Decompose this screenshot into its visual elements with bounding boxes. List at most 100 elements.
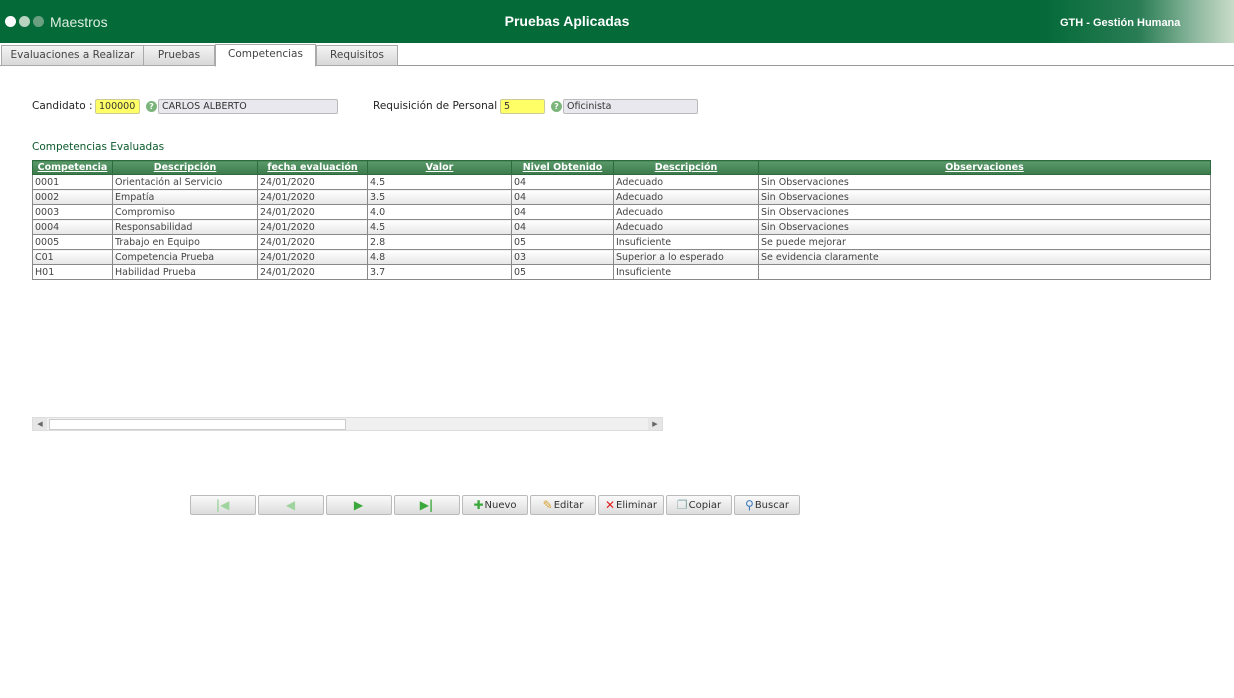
table-cell: Sin Observaciones <box>758 204 1211 220</box>
app-logo: GTH - Gestión Humana <box>1044 0 1234 43</box>
eliminar-button[interactable]: ✕ Eliminar <box>598 495 664 515</box>
table-cell: 4.5 <box>367 219 512 235</box>
column-header[interactable]: Competencia <box>32 160 113 175</box>
tab-evaluaciones[interactable]: Evaluaciones a Realizar <box>1 45 144 66</box>
table-cell: 24/01/2020 <box>257 234 368 250</box>
buscar-label: Buscar <box>754 499 789 511</box>
nuevo-button[interactable]: ✚ Nuevo <box>462 495 528 515</box>
table-row[interactable]: 0002 Empatía 24/01/2020 3.5 04 Adecuado Sin Ob… <box>32 189 1211 205</box>
table-cell: H01 <box>32 264 113 280</box>
table-cell: Adecuado <box>613 189 759 205</box>
table-cell: 24/01/2020 <box>257 249 368 265</box>
requisicion-label: Requisición de Personal : <box>373 100 504 112</box>
scroll-left-icon[interactable]: ◀ <box>33 418 47 430</box>
horizontal-scrollbar[interactable]: ◀ ▶ <box>32 417 663 431</box>
table-cell: Sin Observaciones <box>758 189 1211 205</box>
scroll-right-icon[interactable]: ▶ <box>648 418 662 430</box>
scroll-thumb[interactable] <box>49 419 346 430</box>
nuevo-label: Nuevo <box>484 499 517 511</box>
table-cell: Adecuado <box>613 174 759 190</box>
editar-button[interactable]: ✎ Editar <box>530 495 596 515</box>
table-cell: Superior a lo esperado <box>613 249 759 265</box>
table-cell: 4.8 <box>367 249 512 265</box>
copiar-label: Copiar <box>688 499 722 511</box>
buscar-button[interactable]: ⚲ Buscar <box>734 495 800 515</box>
table-cell: 24/01/2020 <box>257 204 368 220</box>
table-cell: Compromiso <box>112 204 258 220</box>
table-cell: 0005 <box>32 234 113 250</box>
column-header[interactable]: Descripción <box>112 160 258 175</box>
table-cell: 24/01/2020 <box>257 219 368 235</box>
table-cell: Trabajo en Equipo <box>112 234 258 250</box>
eliminar-label: Eliminar <box>616 499 658 511</box>
arrow-left-icon: ◀ <box>285 498 296 512</box>
candidato-code-input[interactable]: 100000 <box>95 99 140 114</box>
table-cell: 4.0 <box>367 204 512 220</box>
first-button[interactable]: |◀ <box>190 495 256 515</box>
requisicion-code-input[interactable]: 5 <box>500 99 545 114</box>
copiar-button[interactable]: ❐ Copiar <box>666 495 732 515</box>
table-cell <box>758 264 1211 280</box>
table-cell: Empatía <box>112 189 258 205</box>
column-header[interactable]: Nivel Obtenido <box>511 160 614 175</box>
tab-competencias[interactable]: Competencias <box>215 44 316 67</box>
table-cell: 05 <box>511 234 614 250</box>
table-cell: 3.5 <box>367 189 512 205</box>
prev-button[interactable]: ◀ <box>258 495 324 515</box>
copy-icon: ❐ <box>676 498 688 512</box>
tab-pruebas[interactable]: Pruebas <box>143 45 215 66</box>
plus-icon: ✚ <box>473 498 484 512</box>
table-cell: Competencia Prueba <box>112 249 258 265</box>
table-cell: Sin Observaciones <box>758 174 1211 190</box>
column-header[interactable]: Descripción <box>613 160 759 175</box>
column-header[interactable]: Observaciones <box>758 160 1211 175</box>
table-row[interactable]: H01 Habilidad Prueba 24/01/2020 3.7 05 Insufi… <box>32 264 1211 280</box>
table-cell: Adecuado <box>613 204 759 220</box>
table-cell: 05 <box>511 264 614 280</box>
table-cell: 04 <box>511 189 614 205</box>
toolbar: |◀ ◀ ▶ ▶| ✚ Nuevo ✎ Editar ✕ Eliminar ❐ Copi… <box>190 495 800 515</box>
table-cell: 04 <box>511 219 614 235</box>
first-icon: |◀ <box>215 498 230 512</box>
table-row[interactable]: 0004 Responsabilidad 24/01/2020 4.5 04 Adecua… <box>32 219 1211 235</box>
competencias-table: Competencia Descripción fecha evaluación Va… <box>32 160 1211 280</box>
editar-label: Editar <box>553 499 584 511</box>
table-cell: Adecuado <box>613 219 759 235</box>
section-title: Competencias Evaluadas <box>32 141 165 153</box>
table-cell: 2.8 <box>367 234 512 250</box>
tab-bar: Evaluaciones a Realizar Pruebas Competen… <box>0 44 1234 67</box>
app-header: Maestros Pruebas Aplicadas GTH - Gestión… <box>0 0 1234 43</box>
table-cell: 24/01/2020 <box>257 189 368 205</box>
tab-requisitos[interactable]: Requisitos <box>316 45 398 66</box>
last-icon: ▶| <box>419 498 434 512</box>
table-row[interactable]: 0001 Orientación al Servicio 24/01/2020 4.5… <box>32 174 1211 190</box>
table-row[interactable]: 0005 Trabajo en Equipo 24/01/2020 2.8 05 Insu… <box>32 234 1211 250</box>
app-name: GTH - Gestión Humana <box>1060 17 1181 29</box>
table-cell: Se puede mejorar <box>758 234 1211 250</box>
search-icon: ⚲ <box>745 498 754 512</box>
column-header[interactable]: Valor <box>367 160 512 175</box>
candidato-label: Candidato : <box>32 100 93 112</box>
arrow-right-icon: ▶ <box>353 498 364 512</box>
table-cell: 24/01/2020 <box>257 174 368 190</box>
column-header[interactable]: fecha evaluación <box>257 160 368 175</box>
table-cell: Insuficiente <box>613 234 759 250</box>
table-row[interactable]: 0003 Compromiso 24/01/2020 4.0 04 Adecuado Sin… <box>32 204 1211 220</box>
table-cell: 03 <box>511 249 614 265</box>
pencil-icon: ✎ <box>542 498 553 512</box>
requisicion-name-field: Oficinista <box>563 99 698 114</box>
table-cell: 0001 <box>32 174 113 190</box>
table-cell: Responsabilidad <box>112 219 258 235</box>
table-row[interactable]: C01 Competencia Prueba 24/01/2020 4.8 03 Supe… <box>32 249 1211 265</box>
table-cell: Se evidencia claramente <box>758 249 1211 265</box>
table-cell: 3.7 <box>367 264 512 280</box>
table-cell: Sin Observaciones <box>758 219 1211 235</box>
next-button[interactable]: ▶ <box>326 495 392 515</box>
table-cell: Orientación al Servicio <box>112 174 258 190</box>
last-button[interactable]: ▶| <box>394 495 460 515</box>
help-icon[interactable]: ? <box>551 101 562 112</box>
help-icon[interactable]: ? <box>146 101 157 112</box>
table-cell: Insuficiente <box>613 264 759 280</box>
x-icon: ✕ <box>604 498 616 512</box>
page-title: Pruebas Aplicadas <box>504 13 630 29</box>
